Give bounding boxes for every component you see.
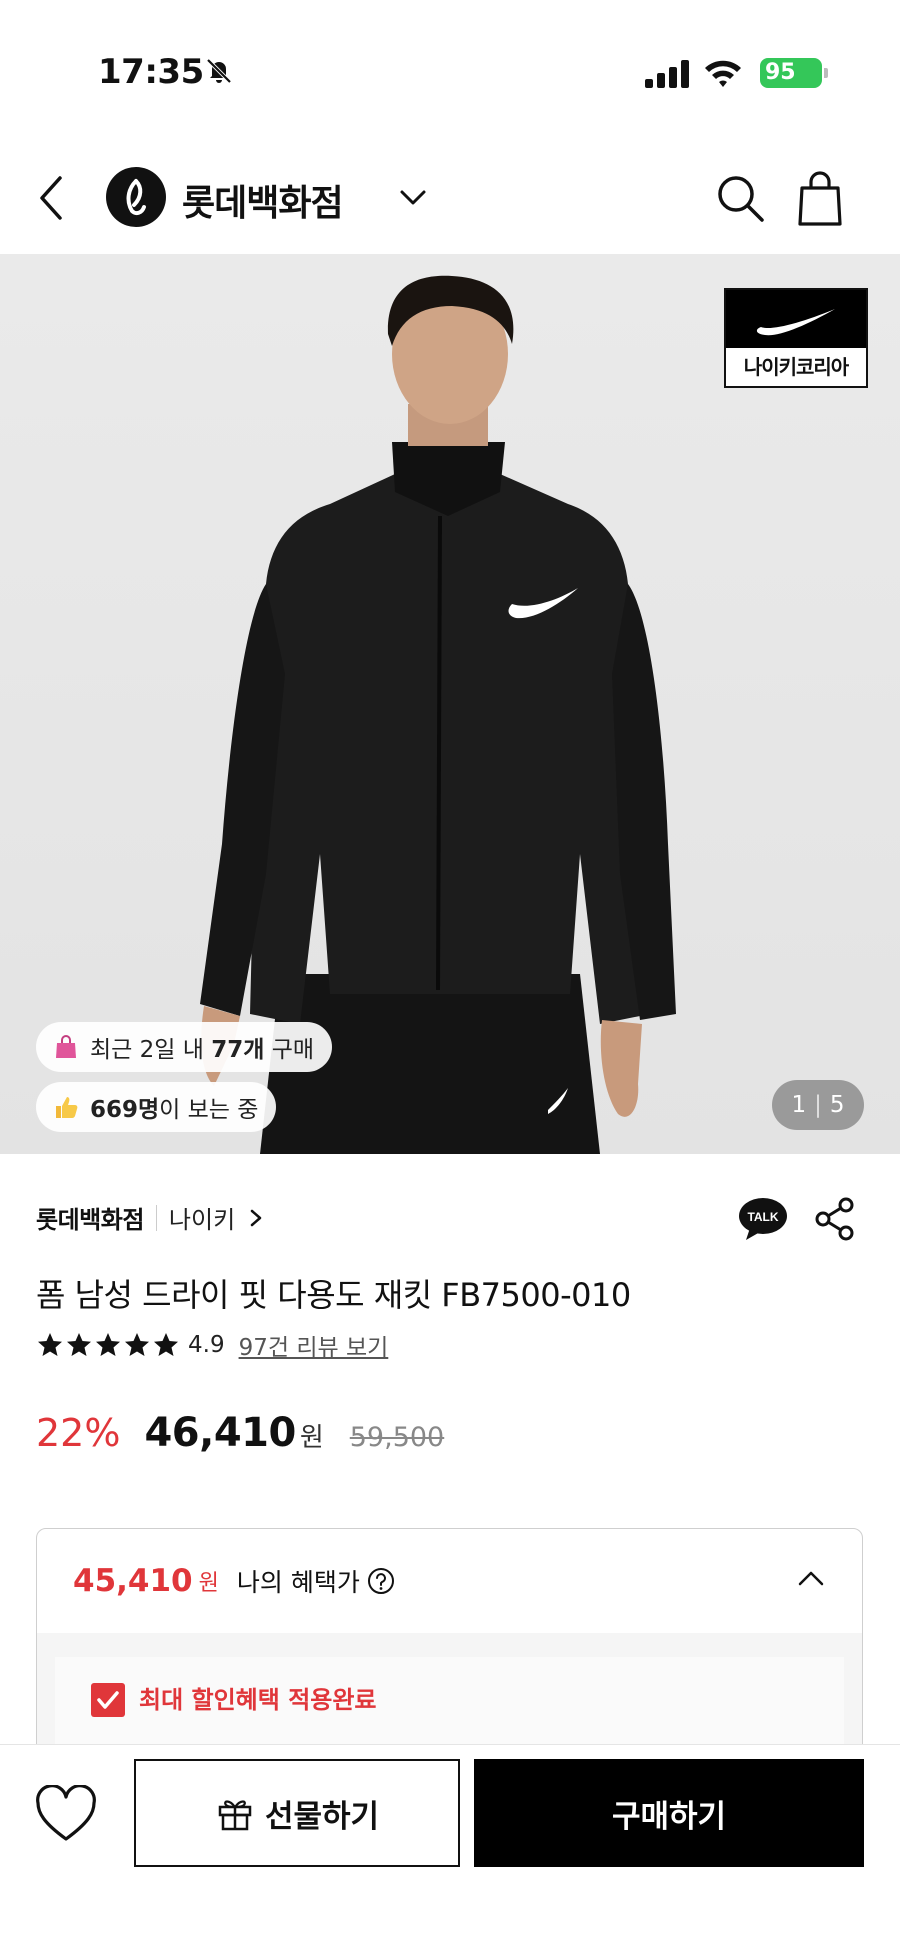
recent-purchase-count: 77개 [211,1037,265,1063]
viewers-suffix: 이 보는 중 [159,1097,259,1123]
recent-purchase-pill: 최근 2일 내 77개 구매 [36,1022,333,1072]
app-header: 롯데백화점 [0,150,900,254]
image-counter-total: 5 [829,1092,845,1118]
back-button[interactable] [32,170,72,226]
star-icon [67,1333,91,1356]
thumbs-up-icon [56,1097,78,1118]
image-counter-current: 1 [791,1092,807,1118]
chevron-right-icon[interactable] [247,1209,265,1227]
kakao-talk-icon[interactable]: TALK [738,1196,788,1242]
star-icon [38,1333,62,1356]
brand-badge-label: 나이키코리아 [743,355,849,379]
benefit-header[interactable]: 45,410 원 나의 혜택가 [37,1529,862,1633]
sale-price-unit: 원 [299,1423,324,1453]
share-icon[interactable] [812,1196,858,1242]
chevron-down-icon[interactable] [396,182,430,212]
product-image[interactable]: 나이키코리아 최근 2일 내 77개 구매 669명 이 보는 중 1 | 5 [0,254,900,1154]
heart-icon[interactable] [34,1785,98,1845]
gift-button-label: 선물하기 [264,1798,380,1835]
status-bar: 17:35 95 [0,0,900,150]
sale-price: 46,410 [144,1410,296,1456]
star-icon [154,1333,178,1356]
recent-purchase-prefix: 최근 2일 내 [90,1037,212,1063]
recent-purchase-suffix: 구매 [264,1037,315,1063]
benefit-label: 나의 혜택가 [236,1568,360,1597]
image-counter: 1 | 5 [772,1080,864,1130]
rating-value: 4.9 [188,1332,225,1358]
buy-button-label: 구매하기 [611,1798,727,1835]
image-counter-separator: | [814,1092,822,1118]
wifi-icon [705,60,741,87]
battery-indicator: 95 [760,58,822,88]
gift-button[interactable]: 선물하기 [134,1759,460,1867]
seller-divider [155,1204,157,1231]
review-link[interactable]: 97건 리뷰 보기 [239,1328,389,1362]
brand-badge: 나이키코리아 [724,288,868,388]
benefit-applied-label: 최대 할인혜택 적용완료 [139,1686,377,1714]
benefit-price: 45,410 [73,1563,193,1599]
viewers-count: 669명 [90,1097,160,1123]
checkbox-checked-icon[interactable] [91,1683,125,1717]
rating-row: 4.9 97건 리뷰 보기 [36,1328,388,1362]
chevron-up-icon[interactable] [796,1567,826,1589]
battery-cap [824,68,828,78]
shopping-bag-icon [56,1035,76,1058]
discount-rate: 22% [36,1411,121,1455]
buy-button[interactable]: 구매하기 [474,1759,864,1867]
search-icon[interactable] [712,170,768,226]
product-title: 폼 남성 드라이 핏 다용도 재킷 FB7500-010 [36,1276,631,1314]
shopping-bag-icon[interactable] [796,168,844,228]
bell-muted-icon [206,58,232,84]
help-icon[interactable] [366,1566,396,1596]
price-row: 22% 46,410 원 59,500 [36,1410,444,1456]
brand-link[interactable]: 나이키 [169,1200,235,1235]
seller-row: 롯데백화점 나이키 [36,1200,265,1235]
star-icon [125,1333,149,1356]
lotte-logo-icon [106,167,166,227]
model-photo [200,275,676,1154]
nike-logo-icon [726,290,866,348]
status-time: 17:35 [98,52,204,92]
signal-icon [645,60,689,88]
gift-icon [218,1800,252,1831]
original-price: 59,500 [349,1422,445,1453]
star-icon [96,1333,120,1356]
seller-name[interactable]: 롯데백화점 [36,1200,144,1235]
store-name[interactable]: 롯데백화점 [182,174,344,226]
viewers-pill: 669명 이 보는 중 [36,1082,277,1132]
bottom-action-bar: 선물하기 구매하기 [0,1744,900,1956]
star-rating [36,1331,180,1359]
svg-text:TALK: TALK [747,1210,778,1224]
benefit-price-unit: 원 [198,1571,219,1596]
